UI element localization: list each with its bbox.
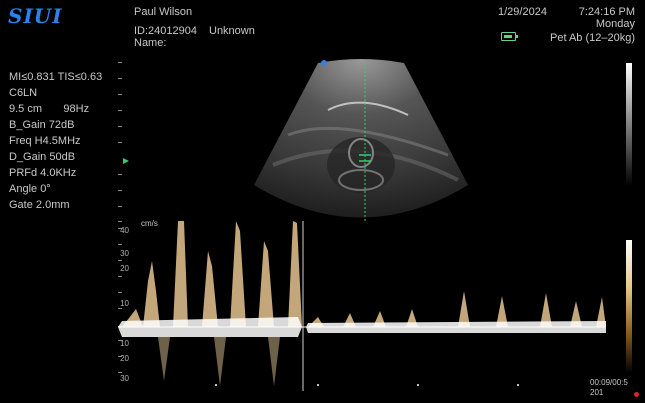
siui-logo: SIUI bbox=[8, 4, 63, 28]
cine-frame: 201 bbox=[590, 388, 604, 397]
depth-scale bbox=[118, 62, 124, 222]
gate-size: Gate 2.0mm bbox=[9, 199, 70, 211]
mi-tis-value: MI≤0.831 TIS≤0.63 bbox=[9, 71, 103, 83]
date-display: 1/29/2024 bbox=[498, 6, 547, 18]
sector-orientation-icon bbox=[321, 60, 327, 66]
patient-name: Paul Wilson bbox=[134, 6, 193, 18]
imaging-parameters: MI≤0.831 TIS≤0.63 C6LN 9.5 cm 98Hz B_Gai… bbox=[9, 69, 102, 213]
record-icon bbox=[634, 392, 639, 397]
b-gain: B_Gain 72dB bbox=[9, 119, 75, 131]
angle: Angle 0° bbox=[9, 183, 51, 195]
frequency: Freq H4.5MHz bbox=[9, 135, 81, 147]
spectral-doppler-trace[interactable] bbox=[118, 221, 608, 391]
probe-name: C6LN bbox=[9, 87, 38, 99]
battery-icon bbox=[501, 32, 518, 41]
doppler-colorscale-bar bbox=[626, 240, 632, 373]
depth-framerate: 9.5 cm 98Hz bbox=[9, 103, 90, 115]
preset-label: Pet Ab (12–20kg) bbox=[549, 32, 635, 44]
b-mode-sector-image[interactable] bbox=[248, 55, 474, 225]
day-display: Monday bbox=[595, 18, 635, 30]
patient-status: Unknown bbox=[209, 25, 255, 37]
d-gain: D_Gain 50dB bbox=[9, 151, 76, 163]
prf: PRFd 4.0KHz bbox=[9, 167, 77, 179]
name-label: Name: bbox=[134, 37, 167, 49]
grayscale-bar bbox=[626, 63, 632, 186]
cine-elapsed: 00:09/00:5 bbox=[590, 378, 628, 387]
